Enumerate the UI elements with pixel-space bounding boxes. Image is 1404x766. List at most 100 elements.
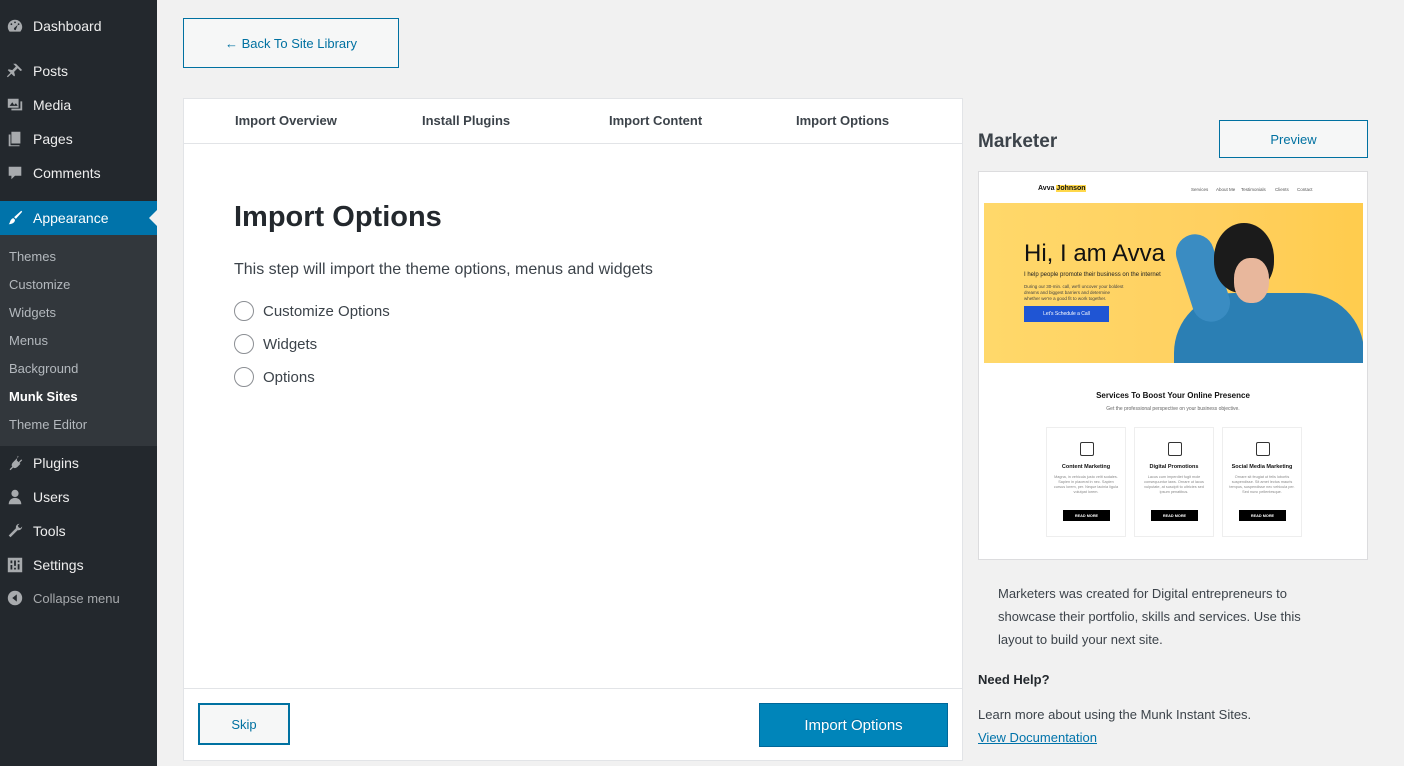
comment-icon bbox=[6, 164, 24, 182]
card-button: READ MORE bbox=[1239, 510, 1286, 521]
thumb-hero: Hi, I am Avva I help people promote thei… bbox=[984, 203, 1363, 363]
hero-subtitle: I help people promote their business on … bbox=[1024, 272, 1161, 278]
thumb-logo: Avva Johnson bbox=[1038, 185, 1086, 192]
menu-label: Tools bbox=[33, 523, 66, 539]
card-button: READ MORE bbox=[1063, 510, 1110, 521]
collapse-menu-button[interactable]: Collapse menu bbox=[0, 581, 157, 615]
thumb-logo-first: Avva bbox=[1038, 185, 1057, 192]
option-label: Options bbox=[263, 368, 315, 386]
option-options[interactable]: Options bbox=[234, 366, 315, 388]
menu-comments[interactable]: Comments bbox=[0, 156, 157, 190]
option-label: Widgets bbox=[263, 335, 318, 353]
submenu-munk-sites[interactable]: Munk Sites bbox=[9, 389, 78, 404]
service-card: Content Marketing Magna, in vehicula jus… bbox=[1046, 427, 1126, 537]
pin-icon bbox=[6, 62, 24, 80]
card-title: Digital Promotions bbox=[1149, 464, 1199, 470]
menu-users[interactable]: Users bbox=[0, 480, 157, 514]
menu-settings[interactable]: Settings bbox=[0, 548, 157, 582]
step-import-content[interactable]: Import Content bbox=[609, 113, 702, 128]
thumb-nav-item: Clients bbox=[1275, 187, 1289, 192]
service-card: Digital Promotions Lacus cum imperdiet f… bbox=[1134, 427, 1214, 537]
submenu-widgets[interactable]: Widgets bbox=[9, 305, 56, 320]
step-import-options[interactable]: Import Options bbox=[796, 113, 889, 128]
option-customize-options[interactable]: Customize Options bbox=[234, 300, 390, 322]
back-to-library-button[interactable]: ← Back To Site Library bbox=[183, 18, 399, 68]
import-options-button[interactable]: Import Options bbox=[759, 703, 948, 747]
card-text: Ornare sit feugiat ut felis lobortis sus… bbox=[1229, 475, 1295, 494]
menu-label: Media bbox=[33, 97, 72, 113]
collapse-icon bbox=[6, 589, 24, 607]
menu-label: Users bbox=[33, 489, 70, 505]
thumb-nav-item: Services bbox=[1191, 187, 1209, 192]
service-card: Social Media Marketing Ornare sit feugia… bbox=[1222, 427, 1302, 537]
appearance-submenu: Themes Customize Widgets Menus Backgroun… bbox=[0, 235, 157, 446]
radio-button[interactable] bbox=[234, 334, 254, 354]
services-subtitle: Get the professional perspective on your… bbox=[1106, 406, 1240, 412]
social-media-icon bbox=[1256, 442, 1270, 456]
step-description: This step will import the theme options,… bbox=[234, 261, 653, 278]
menu-tools[interactable]: Tools bbox=[0, 514, 157, 548]
card-title: Social Media Marketing bbox=[1231, 464, 1293, 470]
hero-photo-face bbox=[1234, 258, 1269, 303]
submenu-customize[interactable]: Customize bbox=[9, 277, 70, 292]
thumb-nav-item: Testimonials bbox=[1241, 187, 1266, 192]
menu-plugins[interactable]: Plugins bbox=[0, 446, 157, 480]
site-description: Marketers was created for Digital entrep… bbox=[998, 586, 1301, 647]
hero-title: Hi, I am Avva bbox=[1024, 240, 1165, 267]
hero-button: Let's Schedule a Call bbox=[1024, 306, 1109, 322]
menu-media[interactable]: Media bbox=[0, 88, 157, 122]
services-title: Services To Boost Your Online Presence bbox=[1096, 391, 1250, 400]
digital-promotions-icon bbox=[1168, 442, 1182, 456]
preview-button[interactable]: Preview bbox=[1219, 120, 1368, 158]
option-widgets[interactable]: Widgets bbox=[234, 333, 317, 355]
option-label: Customize Options bbox=[263, 302, 390, 320]
dashboard-icon bbox=[6, 17, 24, 35]
menu-dashboard[interactable]: Dashboard bbox=[0, 9, 157, 43]
menu-label: Pages bbox=[33, 131, 73, 147]
step-import-overview[interactable]: Import Overview bbox=[235, 113, 337, 128]
submenu-menus[interactable]: Menus bbox=[9, 333, 48, 348]
admin-sidebar: Dashboard Posts Media Pages Comments App… bbox=[0, 0, 157, 766]
thumb-nav-item: Contact bbox=[1297, 187, 1313, 192]
menu-label: Dashboard bbox=[33, 18, 102, 34]
radio-button[interactable] bbox=[234, 367, 254, 387]
hero-paragraph: During our 30-min. call, we'll uncover y… bbox=[1024, 284, 1124, 301]
skip-button[interactable]: Skip bbox=[198, 703, 290, 745]
media-icon bbox=[6, 96, 24, 114]
menu-label: Comments bbox=[33, 165, 101, 181]
card-button: READ MORE bbox=[1151, 510, 1198, 521]
view-documentation-link[interactable]: View Documentation bbox=[978, 730, 1097, 745]
settings-icon bbox=[6, 556, 24, 574]
site-thumbnail[interactable]: Avva Johnson Services About Me Testimoni… bbox=[978, 171, 1368, 560]
brush-icon bbox=[6, 209, 24, 227]
page-title: Import Options bbox=[234, 201, 442, 233]
plug-icon bbox=[6, 454, 24, 472]
submenu-themes[interactable]: Themes bbox=[9, 249, 56, 264]
menu-label: Posts bbox=[33, 63, 69, 79]
radio-button[interactable] bbox=[234, 301, 254, 321]
step-tabs: Import Overview Install Plugins Import C… bbox=[184, 99, 962, 144]
step-install-plugins[interactable]: Install Plugins bbox=[422, 113, 510, 128]
menu-label: Plugins bbox=[33, 455, 79, 471]
menu-posts[interactable]: Posts bbox=[0, 54, 157, 88]
thumb-nav-item: About Me bbox=[1216, 187, 1236, 192]
help-text: Learn more about using the Munk Instant … bbox=[978, 707, 1252, 722]
import-panel: Import Overview Install Plugins Import C… bbox=[183, 98, 963, 761]
help-title: Need Help? bbox=[978, 672, 1050, 687]
menu-appearance[interactable]: Appearance bbox=[0, 201, 157, 235]
card-title: Content Marketing bbox=[1061, 464, 1111, 470]
site-name: Marketer bbox=[978, 131, 1058, 152]
collapse-label: Collapse menu bbox=[33, 590, 120, 606]
card-text: Magna, in vehicula justo velit sodales. … bbox=[1053, 475, 1119, 494]
card-text: Lacus cum imperdiet fugit mole consequun… bbox=[1144, 475, 1204, 494]
wrench-icon bbox=[6, 522, 24, 540]
submenu-background[interactable]: Background bbox=[9, 361, 78, 376]
menu-pages[interactable]: Pages bbox=[0, 122, 157, 156]
content-marketing-icon bbox=[1080, 442, 1094, 456]
user-icon bbox=[6, 488, 24, 506]
pages-icon bbox=[6, 130, 24, 148]
panel-footer: Skip Import Options bbox=[184, 688, 962, 760]
menu-label: Settings bbox=[33, 557, 84, 573]
menu-label: Appearance bbox=[33, 210, 109, 226]
submenu-theme-editor[interactable]: Theme Editor bbox=[9, 417, 87, 432]
